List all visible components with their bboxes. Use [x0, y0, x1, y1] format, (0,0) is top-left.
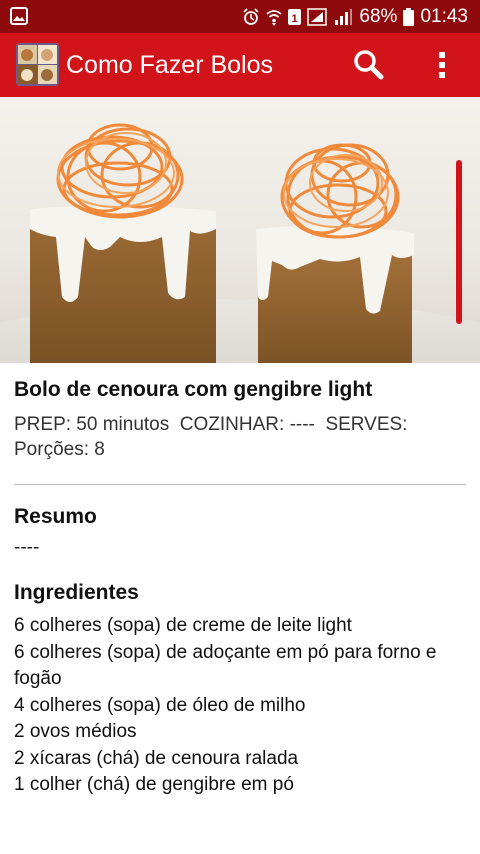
list-item: 2 ovos médios: [14, 721, 137, 742]
divider: [14, 484, 466, 485]
battery-icon: [403, 7, 415, 26]
scroll-indicator[interactable]: [456, 160, 462, 324]
recipe-header: Bolo de cenoura com gengibre light PREP:…: [14, 378, 466, 462]
more-vert-icon: [439, 52, 445, 78]
summary-text: ----: [14, 537, 40, 558]
search-icon: [354, 50, 384, 80]
app-logo: [16, 43, 59, 86]
sim-1-icon: 1: [288, 8, 302, 25]
app-title: Como Fazer Bolos: [66, 51, 274, 79]
list-item: 6 colheres (sopa) de adoçante em pó para…: [14, 641, 437, 690]
list-item: 4 colheres (sopa) de óleo de milho: [14, 694, 306, 716]
app-bar: Como Fazer Bolos: [0, 33, 480, 97]
battery-percent: 68%: [359, 5, 398, 27]
clock: 01:43: [420, 5, 468, 27]
recipe-title: Bolo de cenoura com gengibre light: [14, 378, 373, 401]
signal-no-service-icon: [307, 7, 328, 26]
recipe-meta-line-2: Porções: 8: [14, 439, 105, 460]
list-item: 2 xícaras (chá) de cenoura ralada: [14, 747, 299, 769]
recipe-image: [0, 97, 480, 363]
list-item: 6 colheres (sopa) de creme de leite ligh…: [14, 615, 352, 636]
recipe-meta: PREP: 50 minutos COZINHAR: ---- SERVES: …: [14, 412, 466, 462]
summary-heading: Resumo: [14, 505, 97, 528]
gallery-notification-icon: [10, 7, 28, 25]
alarm-icon: [243, 7, 259, 25]
status-bar: 1 68% 01:43: [0, 0, 480, 33]
list-item: 1 colher (chá) de gengibre em pó: [14, 774, 294, 795]
ingredients-heading: Ingredientes: [14, 581, 139, 604]
status-icons: 1 68% 01:43: [242, 0, 468, 33]
wifi-icon: [266, 9, 283, 26]
search-button[interactable]: [350, 47, 386, 83]
summary-section: Resumo ----: [14, 505, 466, 561]
ingredients-list: 6 colheres (sopa) de creme de leite ligh…: [14, 613, 466, 799]
recipe-meta-line-1: PREP: 50 minutos COZINHAR: ---- SERVES:: [14, 414, 408, 435]
ingredients-section: Ingredientes 6 colheres (sopa) de creme …: [14, 581, 466, 799]
signal-strength-icon: [335, 8, 353, 25]
svg-text:1: 1: [292, 13, 298, 25]
overflow-menu-button[interactable]: [428, 47, 456, 83]
